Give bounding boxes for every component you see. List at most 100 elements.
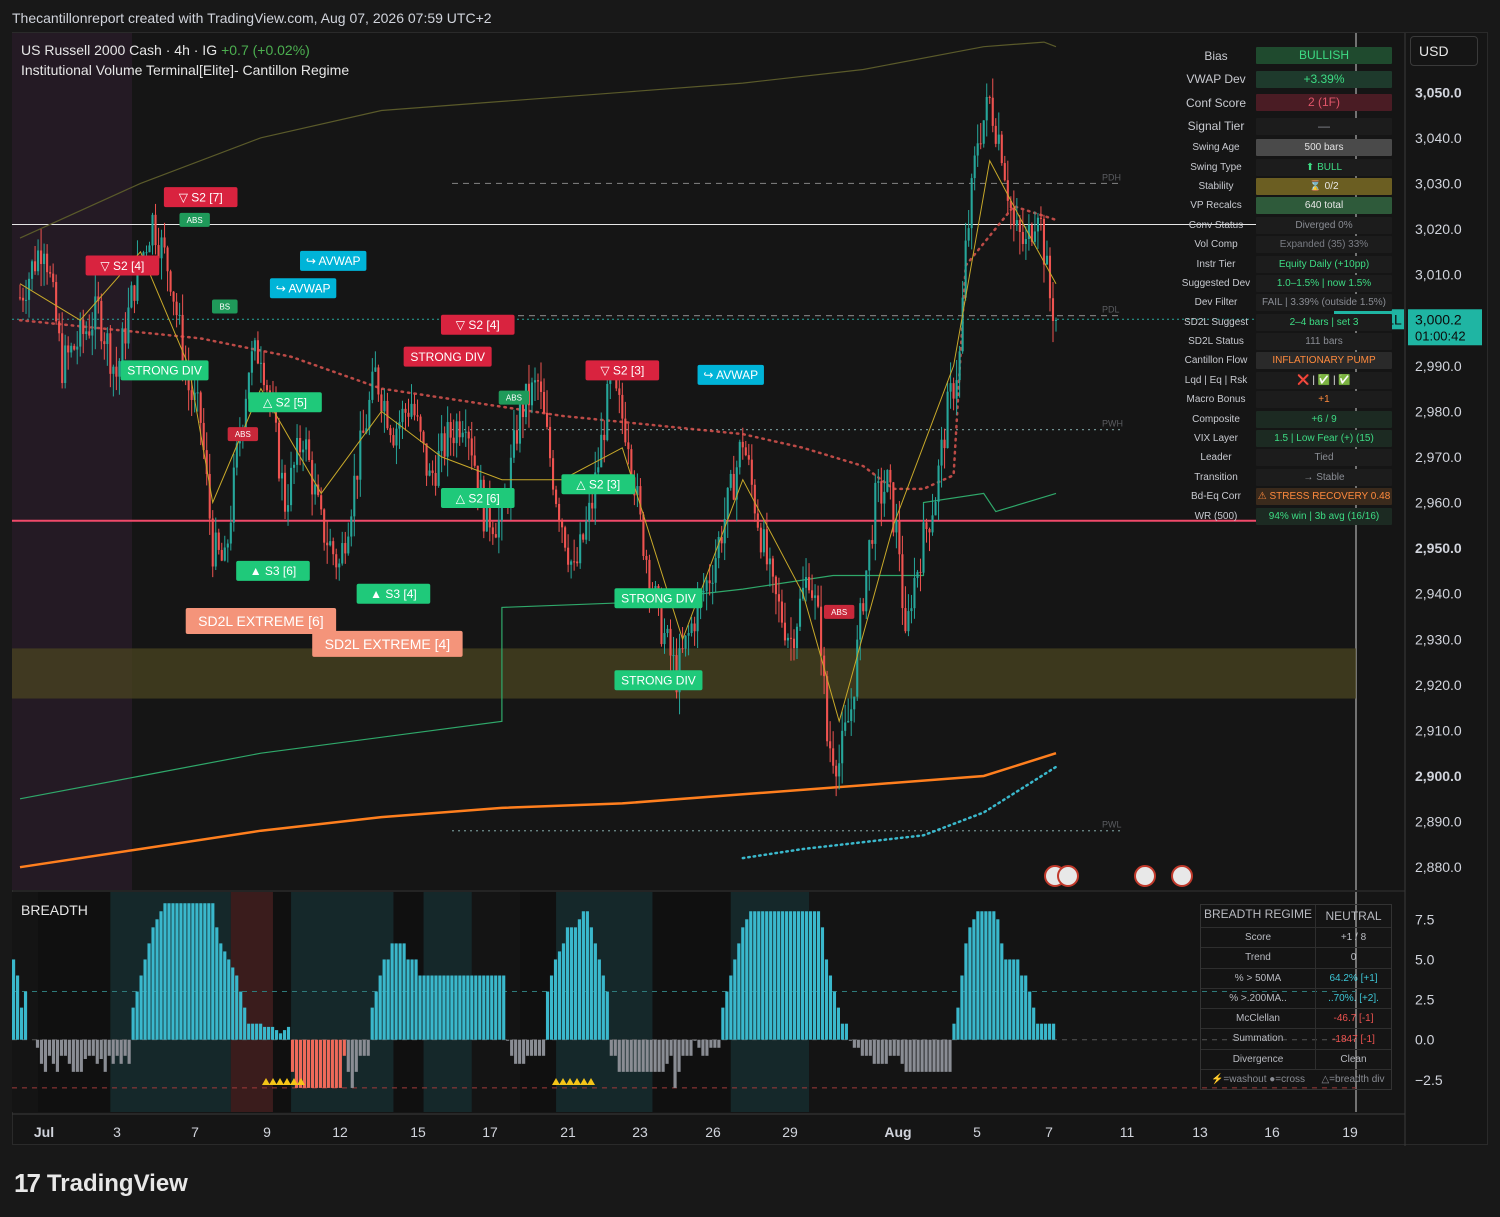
tradingview-logo[interactable]: 17 TradingView: [14, 1168, 188, 1199]
info-row: SD2L Suggest 2–4 bars | set 3: [1176, 313, 1392, 332]
time-tick-label: 17: [482, 1124, 498, 1140]
breadth-bar: [1004, 959, 1008, 1040]
info-value: —: [1256, 117, 1392, 135]
signal-label: ↪ AVWAP: [703, 368, 758, 382]
info-row: Swing Age 500 bars: [1176, 138, 1392, 157]
breadth-bar: [912, 1039, 916, 1072]
breadth-bar: [856, 1039, 860, 1048]
time-tick-label: 12: [332, 1124, 348, 1140]
breadth-bar: [418, 975, 422, 1040]
breadth-bar: [107, 1039, 111, 1056]
breadth-bar: [267, 1026, 271, 1040]
breadth-bar: [761, 911, 765, 1040]
breadth-bar: [952, 1023, 956, 1040]
candle-body: [883, 491, 886, 504]
regime-band: [652, 892, 731, 1112]
breadth-bar: [171, 903, 175, 1040]
candle-body: [293, 464, 296, 468]
breadth-bar: [51, 1039, 56, 1064]
info-value: 2 (1F): [1256, 94, 1392, 112]
info-value: ⌛ 0/2: [1256, 177, 1392, 195]
candle-body: [931, 515, 934, 533]
candle-body: [88, 331, 91, 336]
candle-body: [886, 469, 889, 492]
breadth-tick-label: 0.0: [1415, 1032, 1435, 1048]
info-value: Equity Daily (+10pp): [1256, 255, 1392, 273]
breadth-bar: [19, 1007, 24, 1040]
candle-body: [880, 481, 883, 504]
candle-body: [368, 399, 371, 429]
time-tick-label: 11: [1120, 1124, 1135, 1140]
breadth-bar: [753, 911, 757, 1040]
info-label: Bd-Eq Corr: [1190, 491, 1241, 503]
symbol-legend[interactable]: US Russell 2000 Cash · 4h · IG +0.7 (+0.0…: [21, 42, 310, 58]
breadth-bar: [689, 1039, 693, 1056]
breadth-bar: [1048, 1023, 1052, 1040]
breadth-label: McClellan: [1201, 1009, 1316, 1029]
candle-body: [961, 297, 964, 352]
breadth-bar: [681, 1039, 685, 1056]
breadth-bar: [123, 1039, 127, 1056]
breadth-bar: [804, 911, 809, 1040]
breadth-bar: [601, 975, 605, 1040]
breadth-bar: [585, 911, 589, 1040]
price-tick-label: 2,980.0: [1415, 403, 1462, 419]
breadth-bar: [227, 959, 231, 1040]
breadth-bar: [673, 1039, 677, 1088]
candle-body: [997, 134, 1000, 144]
breadth-bar: [621, 1039, 625, 1072]
candle-body: [573, 561, 576, 563]
candle-body: [684, 635, 687, 649]
breadth-bar: [824, 959, 829, 1040]
breadth-bar: [314, 1039, 319, 1088]
breadth-bar: [781, 911, 785, 1040]
breadth-bar: [1040, 1023, 1044, 1040]
candle-body: [425, 443, 428, 476]
breadth-bar: [872, 1039, 876, 1064]
breadth-bar: [310, 1039, 315, 1088]
breadth-legend[interactable]: BREADTH: [21, 902, 88, 918]
candle-body: [362, 430, 365, 433]
candle-body: [582, 534, 585, 540]
candle-body: [52, 273, 55, 283]
candle-body: [43, 253, 46, 264]
indicator-legend[interactable]: Institutional Volume Terminal[Elite]- Ca…: [21, 62, 349, 78]
info-label: Macro Bonus: [1186, 394, 1246, 406]
candle-body: [380, 394, 383, 412]
candle-body: [1015, 220, 1018, 226]
candle-body: [40, 250, 43, 264]
breadth-bar: [1032, 1007, 1036, 1040]
currency-button[interactable]: USD: [1410, 36, 1478, 66]
price-tick-label: 2,890.0: [1415, 814, 1462, 830]
signal-label: ABS: [187, 216, 203, 225]
breadth-bar: [83, 1039, 87, 1060]
candle-body: [280, 472, 284, 479]
breadth-bar: [302, 1039, 307, 1088]
breadth-row: ⚡=washout ●=cross △=breadth div: [1201, 1069, 1391, 1089]
candle-body: [648, 559, 651, 592]
breadth-bar: [290, 1039, 295, 1072]
breadth-tick-label: 5.0: [1415, 951, 1435, 967]
breadth-bar: [888, 1039, 892, 1056]
candle-body: [1000, 134, 1003, 164]
candle-body: [949, 383, 952, 392]
breadth-bar: [1008, 959, 1012, 1040]
candle-body: [979, 143, 982, 145]
info-label: Instr Tier: [1196, 258, 1236, 270]
breadth-bar: [1044, 1023, 1048, 1040]
price-tick-label: 2,960.0: [1415, 495, 1462, 511]
candle-body: [853, 696, 856, 710]
candle-body: [844, 722, 847, 731]
breadth-bar: [35, 1039, 40, 1048]
breadth-bar: [167, 903, 171, 1040]
breadth-bar: [346, 1039, 350, 1072]
candle-body: [178, 314, 181, 316]
candle-body: [690, 623, 693, 633]
price-tick-label: 2,900.0: [1415, 768, 1462, 784]
candle-body: [771, 558, 774, 577]
candle-body: [386, 400, 389, 429]
info-row: Suggested Dev 1.0–1.5% | now 1.5%: [1176, 274, 1392, 293]
breadth-bar: [203, 903, 207, 1040]
breadth-bar: [996, 919, 1000, 1040]
candle-body: [329, 541, 332, 546]
